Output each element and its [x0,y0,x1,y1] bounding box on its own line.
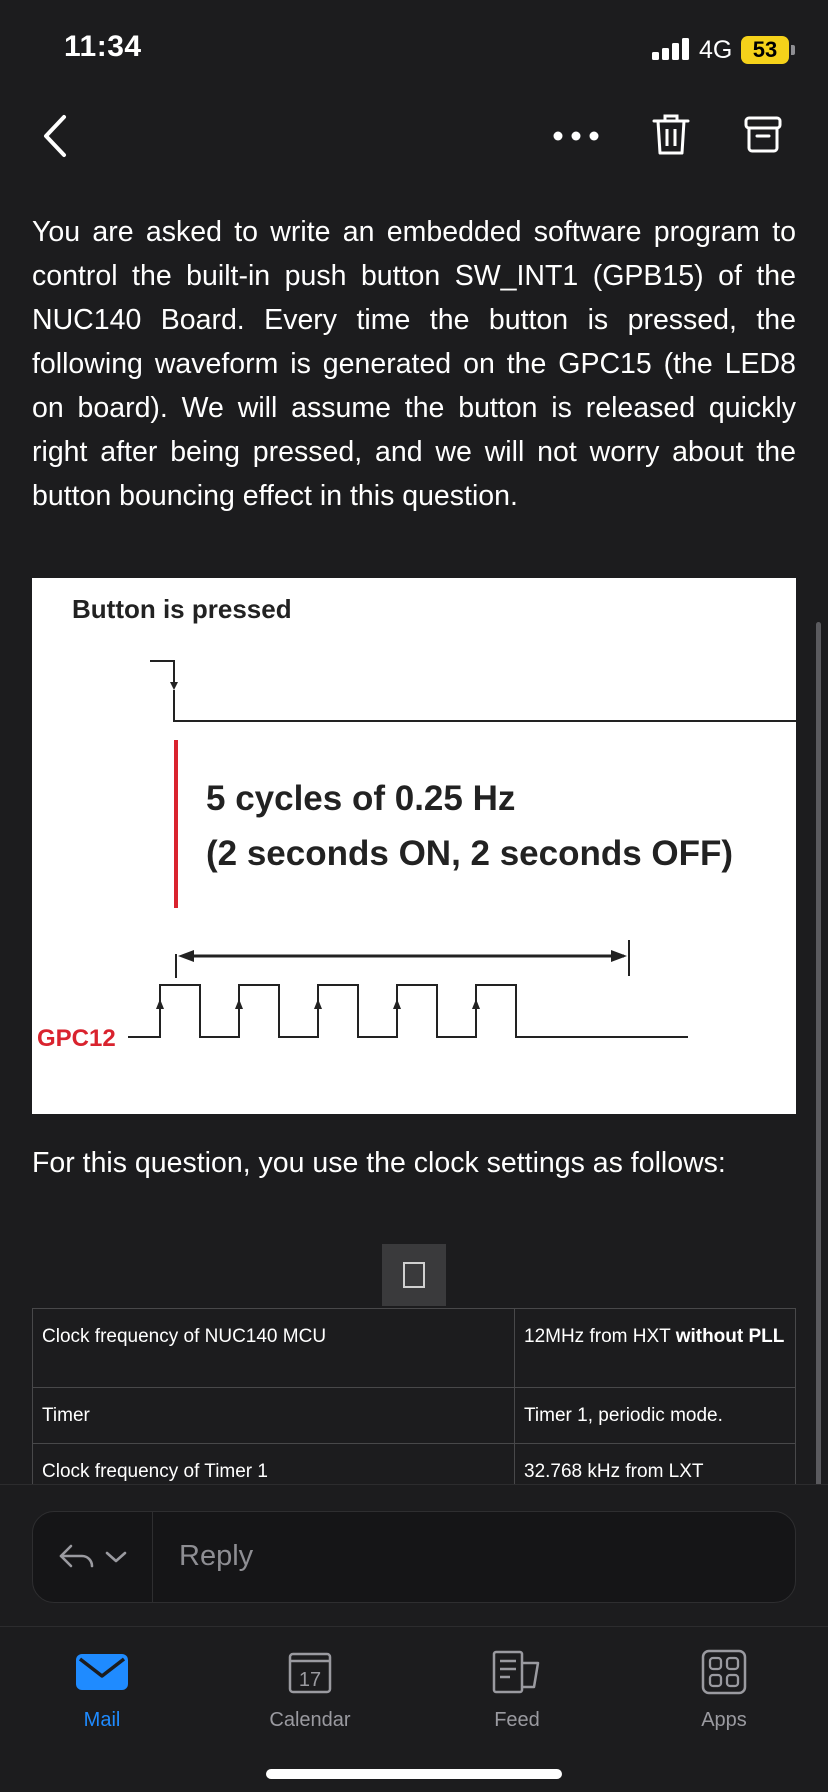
email-body[interactable]: You are asked to write an embedded softw… [0,184,828,1484]
table-cell: 32.768 kHz from LXT [514,1443,796,1484]
table-row: Timer Timer 1, periodic mode. [32,1387,796,1444]
delete-button[interactable] [646,106,696,162]
tab-calendar[interactable]: 17 Calendar [230,1645,390,1745]
waveform-figure: Button is pressed 5 cycles of 0.25 Hz (2… [32,578,796,1114]
tab-label: Apps [701,1709,747,1731]
figure-title: Button is pressed [72,594,292,624]
feed-icon [492,1650,540,1694]
question-paragraph: You are asked to write an embedded softw… [32,216,796,512]
battery-tip [791,45,795,55]
signal-label: GPC12 [37,1025,116,1052]
rising-edge-arrow [393,999,401,1009]
calendar-day: 17 [299,1669,321,1691]
table-row: Clock frequency of NUC140 MCU 12MHz from… [32,1308,796,1388]
table-cell: Clock frequency of Timer 1 [32,1443,515,1484]
reply-area: Reply [0,1484,828,1626]
status-bar: 11:34 4G 53 [0,0,828,96]
figure-line2: (2 seconds ON, 2 seconds OFF) [206,834,733,873]
figure-line1: 5 cycles of 0.25 Hz [206,779,515,818]
table-cell: Timer [32,1387,515,1444]
reply-options-button[interactable] [33,1512,153,1602]
tab-bar: Mail 17 Calendar Feed Apps [0,1626,828,1792]
reply-input[interactable]: Reply [32,1511,796,1603]
gpc12-waveform [128,984,688,1038]
tab-label: Mail [83,1709,121,1731]
mail-icon [76,1654,128,1690]
waveform-diagram: Button is pressed 5 cycles of 0.25 Hz (2… [37,594,796,1052]
tab-feed[interactable]: Feed [437,1645,597,1745]
tab-label: Calendar [269,1709,351,1731]
home-indicator[interactable] [266,1769,562,1779]
reply-placeholder: Reply [179,1540,254,1572]
calendar-icon: 17 [288,1652,332,1694]
table-cell: 12MHz from HXT without PLL [514,1308,796,1388]
image-placeholder-icon[interactable] [382,1244,446,1306]
more-icon [553,131,599,141]
archive-button[interactable] [738,106,788,162]
battery-icon: 53 [741,36,789,64]
rising-edge-arrow [472,999,480,1009]
signal-strength-icon [652,38,692,60]
tab-mail[interactable]: Mail [22,1645,182,1745]
rising-edge-arrow [235,999,243,1009]
back-button[interactable] [30,110,80,162]
pulse-line [128,984,688,1038]
message-toolbar [0,96,828,184]
clock-settings-table: Clock frequency of NUC140 MCU 12MHz from… [32,1308,796,1484]
network-type: 4G [699,36,733,64]
apps-icon [701,1649,747,1695]
tab-label: Feed [494,1709,540,1731]
tab-apps[interactable]: Apps [644,1645,804,1745]
scrollbar[interactable] [816,622,821,1484]
table-cell: Timer 1, periodic mode. [514,1387,796,1444]
chevron-left-icon [44,115,66,157]
rising-edge-arrow [314,999,322,1009]
archive-icon [744,116,782,153]
chevron-down-icon [105,1551,126,1563]
status-time: 11:34 [64,30,142,63]
table-cell: Clock frequency of NUC140 MCU [32,1308,515,1388]
table-row: Clock frequency of Timer 1 32.768 kHz fr… [32,1443,796,1484]
rising-edge-arrow [156,999,164,1009]
more-button[interactable] [548,110,604,162]
trash-icon [652,114,690,155]
reply-arrow-icon [59,1544,93,1568]
clock-intro-paragraph: For this question, you use the clock set… [32,1147,726,1179]
